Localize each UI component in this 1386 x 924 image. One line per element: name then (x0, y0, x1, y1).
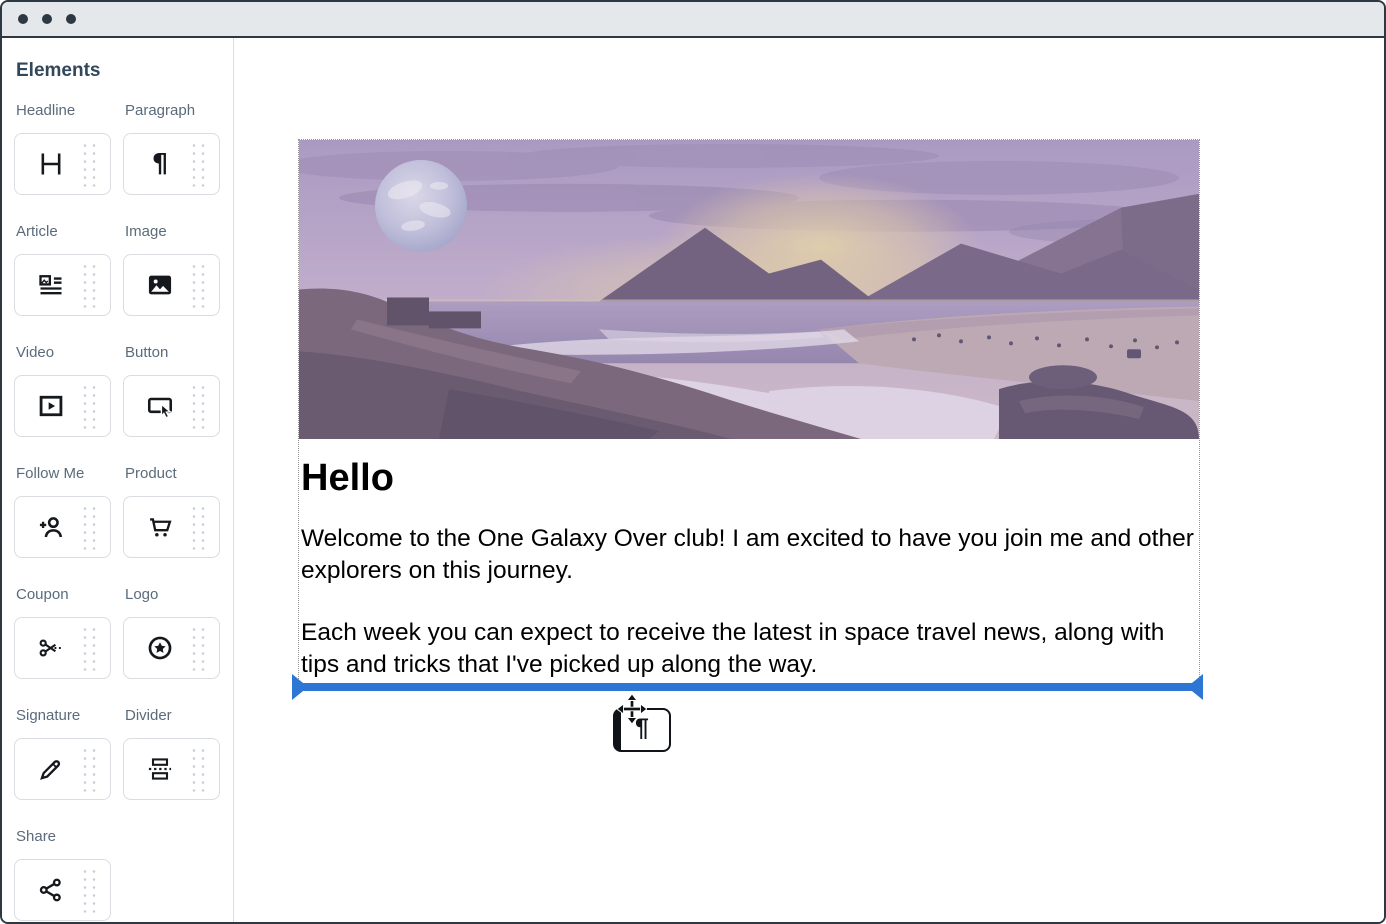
article-icon (37, 271, 65, 299)
product-icon (146, 513, 174, 541)
element-grid: Headline Paragraph ¶ Article Image Video Butto… (14, 102, 233, 921)
drop-indicator-line (293, 683, 1202, 691)
element-label-button: Button (125, 344, 220, 362)
drag-ghost-paragraph[interactable]: ¶ (613, 708, 671, 752)
paragraph-icon: ¶ (146, 150, 174, 178)
button-icon (146, 392, 174, 420)
email-paragraph-1[interactable]: Welcome to the One Galaxy Over club! I a… (301, 523, 1197, 587)
element-label-product: Product (125, 465, 220, 483)
drag-handle-dots (81, 747, 98, 792)
element-tile-signature[interactable] (14, 738, 111, 800)
element-tile-divider[interactable] (123, 738, 220, 800)
svg-text:¶: ¶ (152, 150, 168, 178)
element-label-video: Video (16, 344, 111, 362)
element-label-follow-me: Follow Me (16, 465, 111, 483)
element-label-paragraph: Paragraph (125, 102, 220, 120)
element-tile-product[interactable] (123, 496, 220, 558)
drag-handle-dots (190, 142, 207, 187)
element-label-share: Share (16, 828, 111, 846)
drag-handle-dots (81, 384, 98, 429)
element-label-image: Image (125, 223, 220, 241)
image-icon (146, 271, 174, 299)
drag-handle-dots (81, 868, 98, 913)
element-label-divider: Divider (125, 707, 220, 725)
element-label-logo: Logo (125, 586, 220, 604)
window-control-dot[interactable] (18, 14, 28, 24)
hero-image[interactable] (299, 140, 1199, 439)
element-tile-image[interactable] (123, 254, 220, 316)
element-tile-follow-me[interactable] (14, 496, 111, 558)
window-control-dot[interactable] (66, 14, 76, 24)
element-tile-headline[interactable] (14, 133, 111, 195)
email-text-area[interactable]: Hello Welcome to the One Galaxy Over clu… (299, 439, 1199, 681)
logo-icon (146, 634, 174, 662)
element-tile-share[interactable] (14, 859, 111, 921)
divider-icon (146, 755, 174, 783)
coupon-icon (37, 634, 65, 662)
email-content-block[interactable]: Hello Welcome to the One Galaxy Over clu… (298, 139, 1200, 683)
drag-handle-dots (190, 626, 207, 671)
drag-handle-dots (81, 626, 98, 671)
element-label-signature: Signature (16, 707, 111, 725)
drag-handle-dots (190, 505, 207, 550)
drag-handle-dots (81, 263, 98, 308)
email-canvas[interactable]: Hello Welcome to the One Galaxy Over clu… (234, 38, 1384, 922)
sidebar-title: Elements (16, 60, 233, 82)
follow-me-icon (37, 513, 65, 541)
signature-icon (37, 755, 65, 783)
element-label-coupon: Coupon (16, 586, 111, 604)
element-tile-button[interactable] (123, 375, 220, 437)
move-cursor-icon (617, 694, 647, 724)
element-tile-coupon[interactable] (14, 617, 111, 679)
window-control-dot[interactable] (42, 14, 52, 24)
element-label-article: Article (16, 223, 111, 241)
app-window: Elements Headline Paragraph ¶ Article Image V… (0, 0, 1386, 924)
share-icon (37, 876, 65, 904)
email-headline[interactable]: Hello (301, 459, 1197, 499)
drag-handle-dots (190, 384, 207, 429)
video-icon (37, 392, 65, 420)
element-tile-logo[interactable] (123, 617, 220, 679)
window-titlebar (2, 2, 1384, 38)
email-paragraph-2[interactable]: Each week you can expect to receive the … (301, 617, 1197, 681)
elements-sidebar: Elements Headline Paragraph ¶ Article Image V… (2, 38, 234, 922)
headline-icon (37, 150, 65, 178)
drag-handle-dots (81, 505, 98, 550)
element-tile-video[interactable] (14, 375, 111, 437)
element-label-headline: Headline (16, 102, 111, 120)
element-tile-article[interactable] (14, 254, 111, 316)
element-tile-paragraph[interactable]: ¶ (123, 133, 220, 195)
drag-handle-dots (190, 747, 207, 792)
drag-handle-dots (190, 263, 207, 308)
hero-image-art (299, 140, 1199, 439)
drag-handle-dots (81, 142, 98, 187)
